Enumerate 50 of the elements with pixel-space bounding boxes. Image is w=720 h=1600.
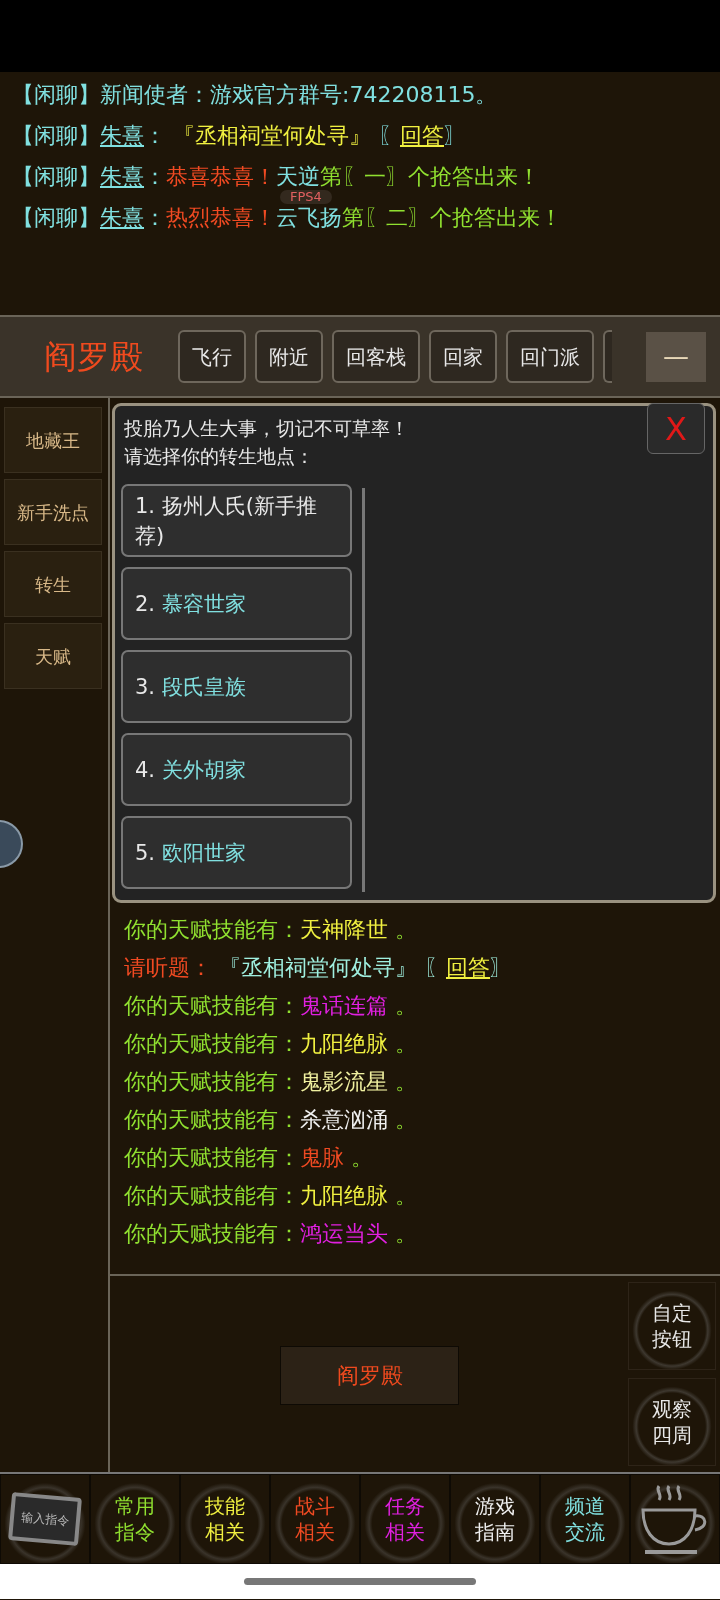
menu-button[interactable]: 技能相关 [180, 1474, 270, 1564]
fps-counter: FPS4 [280, 190, 332, 204]
chat-message: 你的天赋技能有：杀意汹涌 。 [124, 1106, 418, 1134]
chat-message: 【闲聊】新闻使者：游戏官方群号:742208115。 [12, 82, 499, 108]
chat-message: 【闲聊】朱熹：热烈恭喜！云飞扬第〖二〗个抢答出来！ [12, 205, 563, 231]
text-link[interactable]: 回答 [446, 955, 490, 980]
option-button[interactable]: 5. 欧阳世家 [121, 816, 352, 889]
input-command-button[interactable]: 输入指令 [8, 1492, 82, 1546]
text-link[interactable]: 回答 [400, 123, 444, 148]
text-link[interactable]: 朱熹 [100, 164, 144, 189]
nav-button[interactable] [603, 330, 612, 383]
nav-button[interactable]: 回客栈 [332, 330, 420, 383]
option-button[interactable]: 4. 关外胡家 [121, 733, 352, 806]
action-button[interactable]: 自定按钮 [628, 1282, 716, 1370]
chat-message: 你的天赋技能有：九阳绝脉 。 [124, 1030, 418, 1058]
nav-button[interactable]: 回家 [429, 330, 497, 383]
menu-button[interactable]: 任务相关 [360, 1474, 450, 1564]
chat-message: 你的天赋技能有：鬼影流星 。 [124, 1068, 418, 1096]
text-link[interactable]: 朱熹 [100, 205, 144, 230]
nav-button[interactable]: 飞行 [178, 330, 246, 383]
menu-button[interactable]: 常用指令 [90, 1474, 180, 1564]
option-button[interactable]: 3. 段氏皇族 [121, 650, 352, 723]
chat-message: 【闲聊】朱熹： 『丞相祠堂何处寻』 〖回答〗 [12, 123, 467, 149]
floating-button[interactable] [0, 820, 23, 868]
sidebar-button[interactable]: 天赋 [4, 623, 102, 689]
dialog-text: 请选择你的转生地点： [124, 444, 315, 469]
menu-button[interactable]: 战斗相关 [270, 1474, 360, 1564]
minimize-button[interactable]: — [646, 331, 706, 382]
chat-message: 你的天赋技能有：天神降世 。 [124, 916, 418, 944]
text-link[interactable]: 朱熹 [100, 123, 144, 148]
chat-message: 你的天赋技能有：鬼话连篇 。 [124, 992, 418, 1020]
location-button[interactable]: 阎罗殿 [280, 1346, 459, 1405]
action-button[interactable]: 观察四周 [628, 1378, 716, 1466]
sidebar-button[interactable]: 地藏王 [4, 407, 102, 473]
nav-button[interactable]: 回门派 [506, 330, 594, 383]
sidebar-button[interactable]: 转生 [4, 551, 102, 617]
chat-message: 【闲聊】朱熹：恭喜恭喜！天逆第〖一〗个抢答出来！ [12, 164, 541, 190]
sidebar-button[interactable]: 新手洗点 [4, 479, 102, 545]
chat-message: 请听题： 『丞相祠堂何处寻』 〖回答〗 [124, 954, 513, 982]
location-title: 阎罗殿 [42, 335, 144, 378]
option-button[interactable]: 2. 慕容世家 [121, 567, 352, 640]
option-button[interactable]: 1. 扬州人氏(新手推荐) [121, 484, 352, 557]
chat-message: 你的天赋技能有：九阳绝脉 。 [124, 1182, 418, 1210]
dialog-text: 投胎乃人生大事，切记不可草率！ [124, 416, 410, 441]
chat-message: 你的天赋技能有：鸿运当头 。 [124, 1220, 418, 1248]
menu-button[interactable]: 游戏指南 [450, 1474, 540, 1564]
chat-message: 你的天赋技能有：鬼脉 。 [124, 1144, 374, 1172]
scrollbar[interactable] [362, 488, 365, 892]
nav-button[interactable]: 附近 [255, 330, 323, 383]
menu-button[interactable]: 频道交流 [540, 1474, 630, 1564]
